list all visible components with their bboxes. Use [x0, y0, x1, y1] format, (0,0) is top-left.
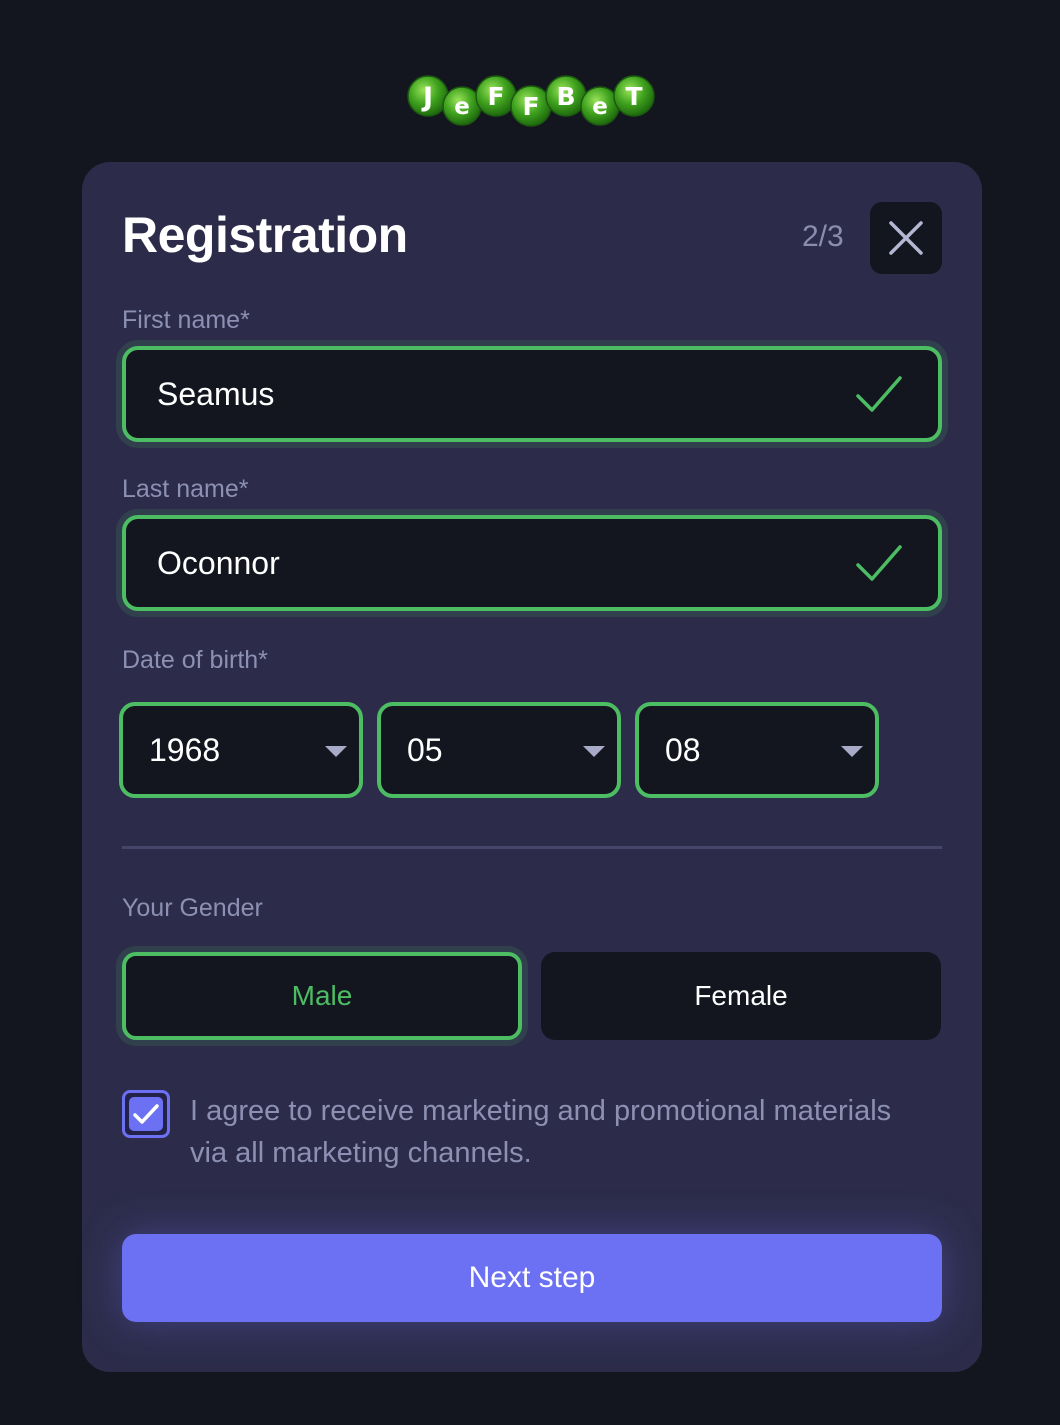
last-name-label: Last name* [122, 475, 249, 503]
marketing-consent-checkbox[interactable] [122, 1090, 170, 1138]
next-step-button[interactable]: Next step [122, 1234, 942, 1322]
dob-label: Date of birth* [122, 646, 268, 674]
gender-male-button[interactable]: Male [122, 952, 522, 1040]
chevron-down-icon [841, 746, 863, 757]
svg-text:F: F [487, 82, 504, 111]
chevron-down-icon [583, 746, 605, 757]
registration-card: Registration 2/3 First name* Last name* … [82, 162, 982, 1372]
last-name-field[interactable] [122, 515, 942, 611]
page-title: Registration [122, 207, 408, 263]
svg-text:T: T [625, 82, 642, 111]
svg-text:F: F [522, 92, 539, 121]
last-name-input[interactable] [157, 544, 837, 582]
svg-text:B: B [556, 82, 575, 111]
check-icon [856, 545, 902, 581]
dob-day-select[interactable]: 08 [635, 702, 879, 798]
first-name-field[interactable] [122, 346, 942, 442]
marketing-consent-text: I agree to receive marketing and promoti… [190, 1095, 892, 1169]
dob-day-value: 08 [665, 731, 701, 768]
first-name-label: First name* [122, 306, 250, 334]
dob-year-select[interactable]: 1968 [119, 702, 363, 798]
dob-month-value: 05 [407, 731, 443, 768]
svg-text:e: e [454, 94, 470, 120]
checkbox-check-icon [133, 1104, 159, 1124]
first-name-input[interactable] [157, 375, 837, 413]
dob-year-value: 1968 [149, 731, 221, 768]
jeffbet-logo: J e F F B e T [407, 75, 655, 127]
dob-month-select[interactable]: 05 [377, 702, 621, 798]
divider [122, 846, 942, 849]
svg-text:J: J [421, 82, 433, 113]
gender-label: Your Gender [122, 894, 263, 922]
close-button[interactable] [870, 202, 942, 274]
step-indicator: 2/3 [802, 220, 844, 253]
close-icon [889, 221, 923, 255]
svg-text:e: e [592, 94, 608, 120]
gender-female-button[interactable]: Female [541, 952, 941, 1040]
chevron-down-icon [325, 746, 347, 757]
check-icon [856, 376, 902, 412]
